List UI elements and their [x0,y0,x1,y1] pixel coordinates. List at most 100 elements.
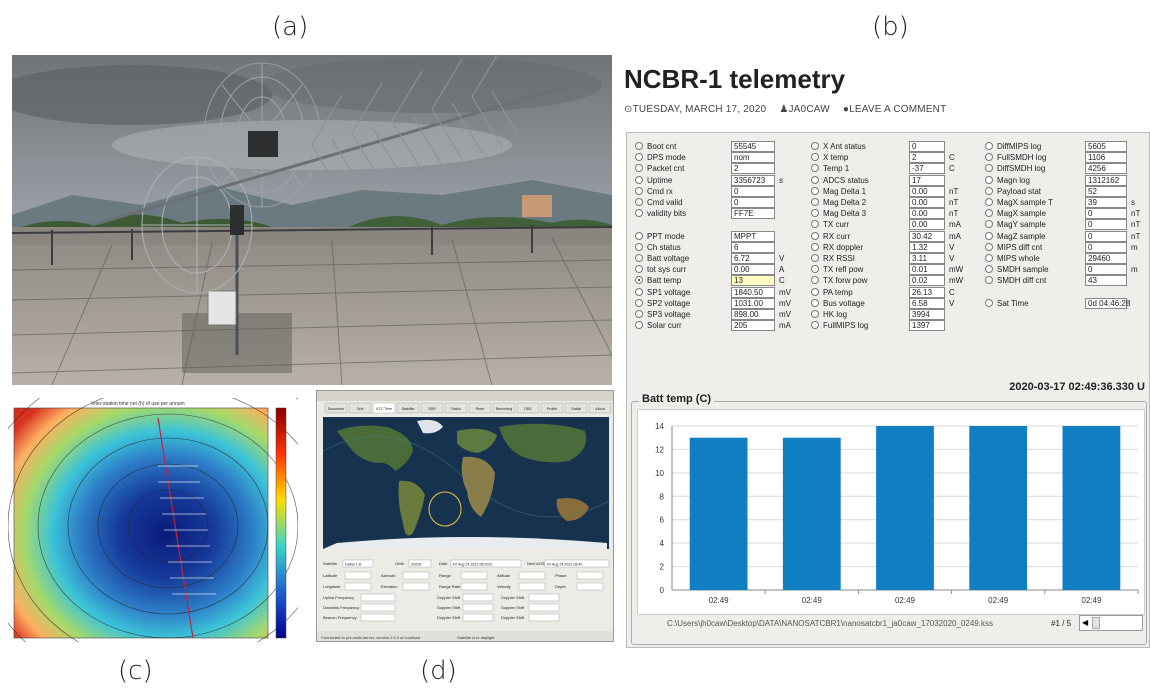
telemetry-field: Mag Delta 2 0.00 nT [811,197,963,209]
field-radio[interactable] [985,186,993,195]
field-radio[interactable] [985,142,993,150]
tracker-field-input[interactable] [344,582,372,591]
field-radio[interactable] [635,231,643,240]
field-radio[interactable] [635,164,643,173]
field-radio[interactable] [635,186,643,195]
field-radio[interactable] [985,153,993,162]
field-radio[interactable] [635,298,643,307]
field-value: 1840.50 [731,286,775,298]
field-radio[interactable] [811,220,819,229]
bar [1062,426,1121,590]
tracker-tab-label: Profile [547,407,557,411]
field-value: 0 [1085,219,1127,231]
field-label: tot sys curr [647,265,687,275]
tracker-field-input[interactable] [462,613,494,622]
tracker-field-input[interactable] [462,593,494,602]
field-radio[interactable] [811,198,819,206]
tracker-field-input[interactable] [460,571,488,580]
field-radio[interactable] [811,142,819,150]
field-radio[interactable] [811,153,819,162]
tracker-field-input[interactable] [360,613,396,622]
field-radio[interactable] [811,298,819,307]
field-unit: nT [949,186,959,196]
x-tick-label: 02:49 [709,596,730,605]
field-radio[interactable] [811,186,819,195]
field-radio[interactable] [635,242,643,251]
field-radio[interactable] [635,209,643,218]
field-radio[interactable] [811,310,819,318]
tracker-field-input[interactable] [402,571,430,580]
field-value: 205 [731,320,775,332]
field-label: Sat Time [997,298,1029,308]
field-radio[interactable] [985,198,993,206]
field-radio[interactable] [635,153,643,162]
scroll-thumb[interactable] [1092,617,1100,629]
post-date: TUESDAY, MARCH 17, 2020 [632,104,767,115]
field-radio[interactable] [985,231,993,240]
field-value: 4256 [1085,163,1127,175]
field-radio[interactable] [635,310,643,318]
field-label: ADCS status [823,175,869,185]
tracker-field-input[interactable] [462,603,494,612]
y-tick-label: 12 [655,445,664,454]
scroll-left-icon[interactable]: ◀ [1082,618,1088,627]
field-label: SMDH diff cnt [997,276,1047,286]
field-radio[interactable] [985,164,993,173]
record-scrollbar[interactable]: ◀ [1079,615,1143,631]
leave-comment-link[interactable]: LEAVE A COMMENT [849,104,946,115]
tracker-tab-label: Document [328,407,344,411]
tracker-field-input[interactable] [402,582,430,591]
field-radio[interactable] [985,276,993,285]
field-radio[interactable] [811,276,819,285]
post-meta: ⊙TUESDAY, MARCH 17, 2020 ♟JA0CAW ●LEAVE … [624,104,956,115]
field-radio[interactable] [635,175,643,184]
field-label: Temp 1 [823,164,850,174]
field-radio[interactable] [985,220,993,229]
panel-label-a: (a) [272,12,309,42]
tracker-field-input[interactable] [344,571,372,580]
field-radio[interactable] [811,209,819,218]
field-radio[interactable] [635,254,643,262]
field-radio[interactable] [811,287,819,296]
tracker-field-input[interactable] [528,593,560,602]
telemetry-field: MIPS diff cnt 0 m [985,241,1145,254]
field-radio[interactable] [985,209,993,218]
field-radio[interactable] [985,175,993,184]
tracker-field-input[interactable] [518,582,546,591]
field-radio[interactable] [811,254,819,262]
telemetry-timestamp: 2020-03-17 02:49:36.330 U [1009,381,1145,393]
field-value: 0 [1085,230,1127,242]
field-radio[interactable] [985,265,993,274]
field-radio[interactable] [985,254,993,262]
field-radio[interactable] [635,287,643,296]
tracker-field-input[interactable] [360,593,396,602]
tracker-field-input[interactable] [528,603,560,612]
field-radio[interactable] [635,142,643,150]
field-radio[interactable] [985,242,993,251]
telemetry-field: Temp 1 -37 C [811,163,963,175]
tracker-field-input[interactable] [360,603,396,612]
field-radio[interactable] [811,164,819,173]
field-unit: mA [949,231,961,241]
telemetry-field: Mag Delta 3 0.00 nT [811,208,963,220]
field-radio[interactable] [635,265,643,274]
telemetry-field: SMDH diff cnt 43 [985,275,1145,287]
field-radio[interactable] [811,242,819,251]
telemetry-field: DPS mode nom [635,152,793,164]
tracker-field-input[interactable] [460,582,488,591]
tracker-field-input[interactable] [528,613,560,622]
field-radio[interactable] [985,298,993,307]
field-radio[interactable] [635,276,643,285]
field-radio[interactable] [811,265,819,274]
tracker-field-input[interactable] [518,571,546,580]
field-radio[interactable] [811,175,819,184]
field-radio[interactable] [635,321,643,330]
field-radio[interactable] [635,198,643,206]
field-label: SP2 voltage [647,298,691,308]
bar [876,426,934,590]
field-radio[interactable] [811,231,819,240]
tracker-field-input[interactable] [576,571,604,580]
tracker-field-input[interactable] [576,582,604,591]
field-radio[interactable] [811,321,819,330]
post-author[interactable]: JA0CAW [788,104,829,115]
